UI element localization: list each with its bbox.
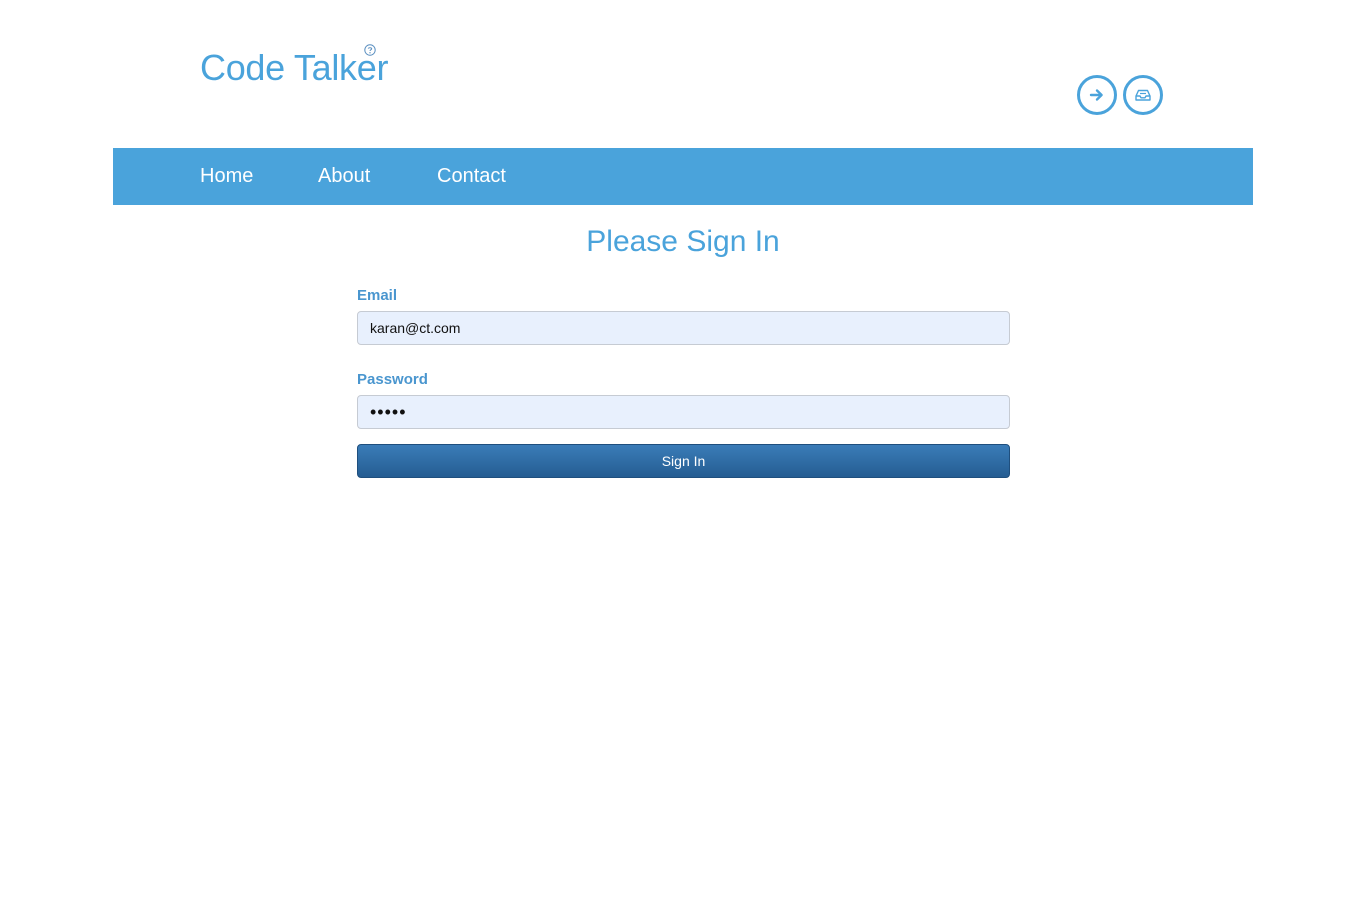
nav-item-about[interactable]: About	[318, 164, 370, 188]
arrow-right-icon	[1089, 89, 1103, 101]
header-actions	[1077, 75, 1163, 115]
email-field[interactable]	[357, 311, 1010, 345]
sign-in-arrow-button[interactable]	[1077, 75, 1117, 115]
nav-item-contact[interactable]: Contact	[437, 164, 506, 188]
page-title: Please Sign In	[586, 225, 780, 258]
field-spacer	[357, 345, 1010, 370]
help-icon[interactable]	[364, 43, 376, 56]
site-header: Code Talker	[0, 0, 1366, 148]
password-label: Password	[357, 371, 428, 388]
sign-in-form: Email Password Sign In	[357, 286, 1010, 478]
inbox-icon	[1135, 89, 1151, 101]
sign-in-button[interactable]: Sign In	[357, 444, 1010, 478]
email-label: Email	[357, 287, 398, 304]
inbox-button[interactable]	[1123, 75, 1163, 115]
nav-item-home[interactable]: Home	[200, 164, 253, 188]
site-logo[interactable]: Code Talker	[200, 46, 388, 90]
password-field[interactable]	[357, 395, 1010, 429]
main-navbar: Home About Contact	[113, 148, 1253, 205]
